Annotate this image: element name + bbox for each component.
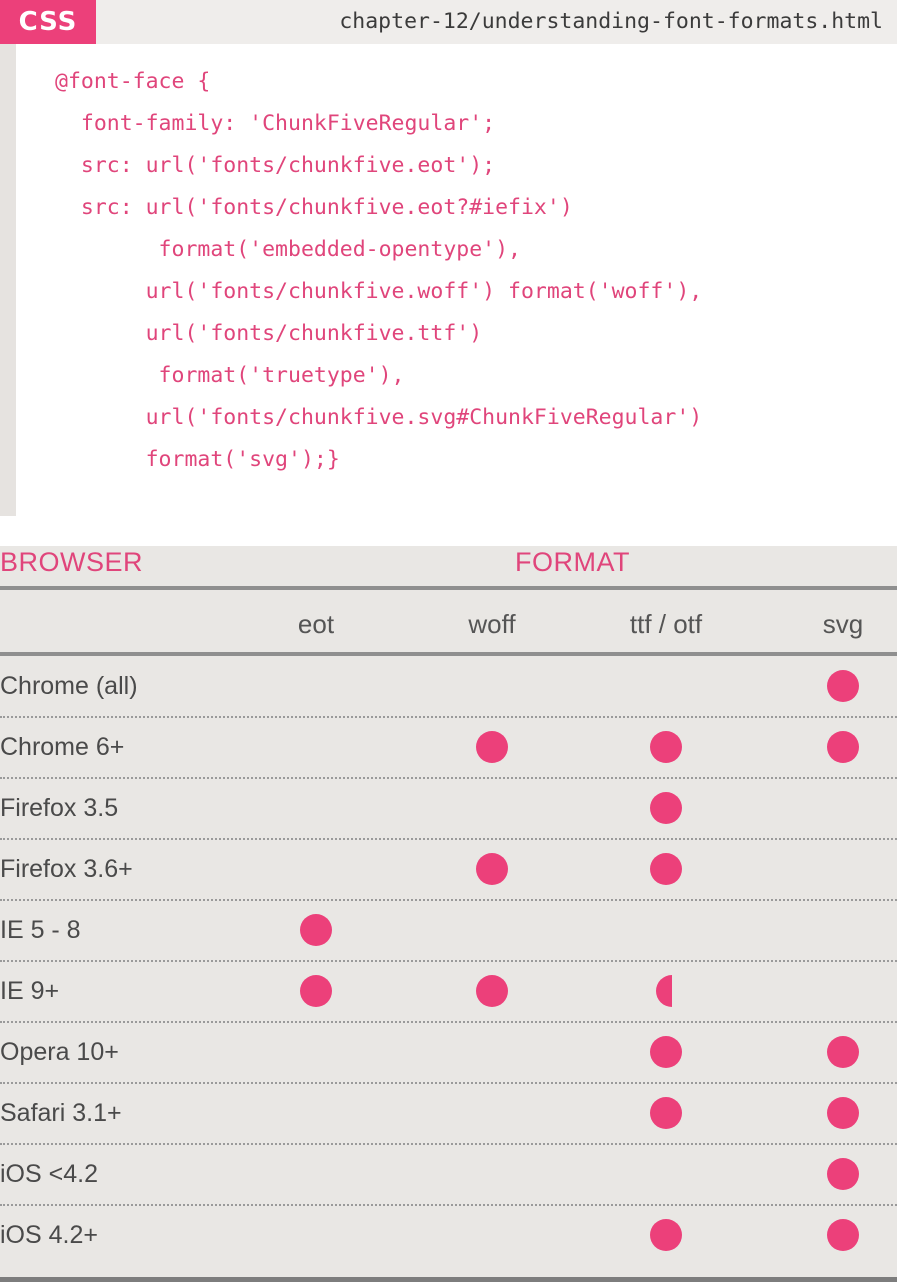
code-line: font-family: 'ChunkFiveRegular'; [55,111,496,136]
partial-support-marker [656,975,672,1007]
code-line: url('fonts/chunkfive.svg#ChunkFiveRegula… [55,405,703,430]
browser-name: IE 5 - 8 [0,916,81,944]
support-marker [650,1219,682,1251]
support-marker [300,914,332,946]
support-marker [650,792,682,824]
table-row: Safari 3.1+ [0,1083,897,1145]
support-marker [650,731,682,763]
header-rule [0,586,897,590]
browser-name: Chrome (all) [0,672,138,700]
support-marker [650,1097,682,1129]
font-support-table: BROWSER FORMAT eot woff ttf / otf svg Ch… [0,546,897,1282]
code-line: url('fonts/chunkfive.ttf') [55,321,483,346]
support-marker [827,670,859,702]
browser-name: Firefox 3.5 [0,794,119,822]
browser-name: iOS <4.2 [0,1160,98,1188]
table-row: iOS 4.2+ [0,1205,897,1267]
support-marker [827,1036,859,1068]
column-header-woff: woff [468,609,516,639]
table-row: iOS <4.2 [0,1144,897,1206]
file-path: chapter-12/understanding-font-formats.ht… [339,9,883,34]
browser-name: iOS 4.2+ [0,1221,98,1249]
code-line: format('embedded-opentype'), [55,237,521,262]
table-row: Chrome (all) [0,656,897,718]
code-header: CSS chapter-12/understanding-font-format… [0,0,897,44]
browser-name: Safari 3.1+ [0,1099,122,1127]
column-header-svg: svg [822,609,864,639]
support-marker [300,975,332,1007]
column-header-eot: eot [297,609,335,639]
code-listing: CSS chapter-12/understanding-font-format… [0,0,897,520]
table-row: IE 9+ [0,961,897,1023]
support-marker [827,1219,859,1251]
code-line: url('fonts/chunkfive.woff') format('woff… [55,279,703,304]
table-bottom-rule [0,1277,897,1282]
support-marker [650,853,682,885]
browser-name: Chrome 6+ [0,733,125,761]
browser-name: Firefox 3.6+ [0,855,133,883]
support-marker [827,731,859,763]
support-marker [476,853,508,885]
browser-name: IE 9+ [0,977,60,1005]
browser-name: Opera 10+ [0,1038,119,1066]
code-body: @font-face { font-family: 'ChunkFiveRegu… [55,61,702,481]
format-heading: FORMAT [515,547,630,577]
code-gutter-bar [0,44,16,516]
table-row: Chrome 6+ [0,717,897,779]
code-line: src: url('fonts/chunkfive.eot'); [55,153,496,178]
support-marker [476,975,508,1007]
language-badge: CSS [0,0,96,44]
support-marker [476,731,508,763]
table-row: IE 5 - 8 [0,900,897,962]
code-line: @font-face { [55,69,211,94]
support-marker [827,1158,859,1190]
column-header-ttf-otf: ttf / otf [629,609,703,639]
table-row: Opera 10+ [0,1022,897,1084]
table-row: Firefox 3.6+ [0,839,897,901]
table-row: Firefox 3.5 [0,778,897,840]
code-line: src: url('fonts/chunkfive.eot?#iefix') [55,195,573,220]
browser-heading: BROWSER [0,547,144,577]
code-line: format('truetype'), [55,363,405,388]
code-line: format('svg');} [55,447,340,472]
support-marker [650,1036,682,1068]
support-marker [827,1097,859,1129]
